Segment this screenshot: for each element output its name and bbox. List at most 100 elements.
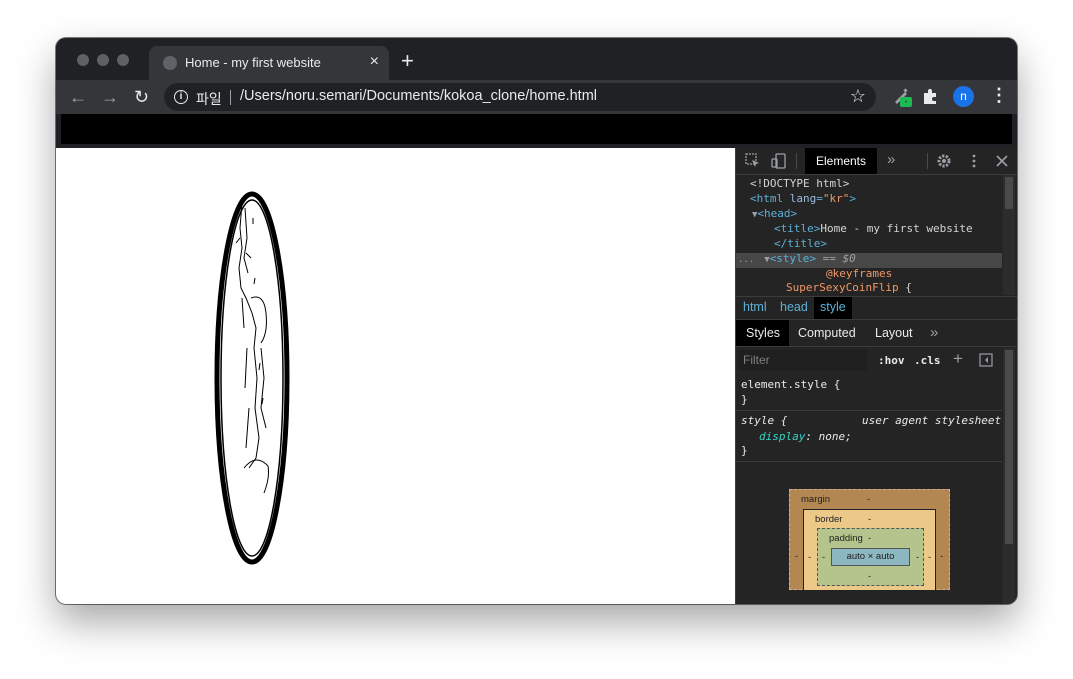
css-keyframes-name-line: SuperSexyCoinFlip { xyxy=(786,281,912,294)
info-icon[interactable]: i xyxy=(174,90,188,104)
display-value: none; xyxy=(818,430,852,443)
breadcrumb-html[interactable]: html xyxy=(743,300,767,314)
html-attr-value: "kr" xyxy=(822,192,850,205)
border-label: border xyxy=(815,514,843,525)
breadcrumb-head[interactable]: head xyxy=(780,300,808,314)
border-right-value: - xyxy=(928,552,932,563)
tab-styles[interactable]: Styles xyxy=(746,326,780,340)
box-model-padding: padding - - - - auto × auto xyxy=(817,528,924,586)
display-property: display xyxy=(759,430,806,443)
hov-toggle[interactable]: :hov xyxy=(878,354,905,367)
margin-top-value: - xyxy=(867,494,871,505)
node-actions-dots[interactable]: ... xyxy=(738,255,754,265)
coin-image xyxy=(214,191,290,565)
dom-scrollbar-thumb[interactable] xyxy=(1005,177,1013,209)
box-model-border: border - - - padding - - - - auto × auto xyxy=(803,509,936,591)
toggle-sidebar-icon[interactable] xyxy=(979,353,993,367)
box-model-content: auto × auto xyxy=(831,548,910,566)
doctype-text: <!DOCTYPE html> xyxy=(750,177,850,190)
styles-scrollbar-thumb[interactable] xyxy=(1005,350,1013,544)
padding-left-value: - xyxy=(822,552,826,563)
more-tabs-chevron-icon[interactable]: » xyxy=(887,151,895,168)
keyframes-name: SuperSexyCoinFlip xyxy=(786,281,899,294)
reload-button[interactable]: ↻ xyxy=(134,85,149,109)
element-style-close: } xyxy=(741,393,748,406)
rule-divider xyxy=(736,410,1002,411)
dom-node-html[interactable]: <html lang="kr"> xyxy=(750,192,856,205)
more-subtabs-chevron-icon[interactable]: » xyxy=(930,324,938,341)
border-top-value: - xyxy=(868,514,872,525)
back-button[interactable]: ← xyxy=(69,85,87,109)
rule-divider xyxy=(736,461,1002,462)
close-devtools-icon[interactable] xyxy=(994,153,1010,169)
margin-left-value: - xyxy=(795,551,799,562)
keyframes-keyword: @keyframes xyxy=(826,267,893,280)
margin-label: margin xyxy=(801,494,831,505)
page-viewport xyxy=(56,148,735,604)
padding-label: padding xyxy=(829,533,863,544)
new-style-rule-icon[interactable]: + xyxy=(953,349,963,369)
style-tag: <style> xyxy=(769,252,817,265)
styles-filter-row: Filter :hov .cls + xyxy=(736,348,1002,372)
dom-node-head[interactable]: ▼<head> xyxy=(752,207,797,220)
bookmark-star-icon[interactable]: ☆ xyxy=(850,86,866,107)
devtools-panel: Elements » <!DOCTYPE html> <html lang="k… xyxy=(735,148,1017,604)
open-brace: { xyxy=(905,281,912,294)
dom-scrollbar[interactable] xyxy=(1003,175,1015,295)
selected-node-ref: == $0 xyxy=(822,252,856,265)
browser-menu-button[interactable]: ⋮ xyxy=(990,85,1008,106)
tab-strip: Home - my first website × + xyxy=(56,38,1017,80)
breadcrumb-style[interactable]: style xyxy=(820,300,846,314)
settings-gear-icon[interactable] xyxy=(936,153,952,169)
border-left-value: - xyxy=(808,552,812,563)
html-close-bracket: > xyxy=(849,192,856,205)
ua-style-declaration[interactable]: display: none; xyxy=(759,430,852,443)
dom-node-title-close[interactable]: </title> xyxy=(774,237,827,250)
padding-right-value: - xyxy=(916,552,920,563)
toolbar-divider xyxy=(796,153,797,169)
kebab-menu-icon[interactable] xyxy=(966,153,982,169)
url-text[interactable]: /Users/noru.semari/Documents/kokoa_clone… xyxy=(240,88,597,104)
devtools-topbar: Elements » xyxy=(736,148,1017,175)
new-tab-button[interactable]: + xyxy=(401,49,414,73)
ua-stylesheet-source: user agent stylesheet xyxy=(862,414,1002,427)
tab-close-button[interactable]: × xyxy=(370,52,379,72)
head-tag: <head> xyxy=(757,207,798,220)
padding-bottom-value: - xyxy=(868,571,872,582)
extensions-puzzle-icon[interactable] xyxy=(922,88,939,105)
dom-node-doctype[interactable]: <!DOCTYPE html> xyxy=(750,177,849,190)
dom-node-title[interactable]: <title>Home - my first website xyxy=(774,222,973,235)
styles-subtabs: Styles Computed Layout » xyxy=(736,320,1017,347)
tab-layout[interactable]: Layout xyxy=(875,326,913,340)
profile-avatar[interactable]: n xyxy=(953,86,974,107)
margin-right-value: - xyxy=(940,551,944,562)
inspect-element-icon[interactable] xyxy=(745,153,761,169)
css-keyframes-line: @keyframes xyxy=(826,267,892,280)
browser-toolbar: ← → ↻ i 파일 /Users/noru.semari/Documents/… xyxy=(56,80,1017,114)
tab-computed[interactable]: Computed xyxy=(798,326,856,340)
address-bar[interactable]: i 파일 /Users/noru.semari/Documents/kokoa_… xyxy=(164,83,876,111)
ua-style-selector[interactable]: style { xyxy=(741,414,787,427)
element-style-selector[interactable]: element.style { xyxy=(741,378,840,391)
close-window-button[interactable] xyxy=(77,54,89,66)
tab-elements[interactable]: Elements xyxy=(805,148,877,174)
html-tag: <html xyxy=(750,192,784,205)
padding-top-value: - xyxy=(868,533,872,544)
toolbar-divider xyxy=(927,153,928,169)
html-attr-name: lang xyxy=(789,192,817,205)
ua-style-close: } xyxy=(741,444,748,457)
breadcrumb: html head style xyxy=(736,296,1017,320)
minimize-window-button[interactable] xyxy=(97,54,109,66)
forward-button[interactable]: → xyxy=(101,85,119,109)
site-label[interactable]: 파일 xyxy=(196,89,222,109)
title-text: Home - my first website xyxy=(820,222,973,235)
dom-node-style[interactable]: ... ▼<style> == $0 xyxy=(738,252,856,265)
device-toolbar-icon[interactable] xyxy=(771,153,787,169)
styles-filter-input[interactable]: Filter xyxy=(739,350,867,370)
cls-toggle[interactable]: .cls xyxy=(914,354,941,367)
title-close-tag: </title> xyxy=(774,237,827,250)
tab-home[interactable]: Home - my first website × xyxy=(149,46,389,80)
extension-badge: - xyxy=(900,97,912,107)
styles-scrollbar[interactable] xyxy=(1003,348,1015,604)
zoom-window-button[interactable] xyxy=(117,54,129,66)
